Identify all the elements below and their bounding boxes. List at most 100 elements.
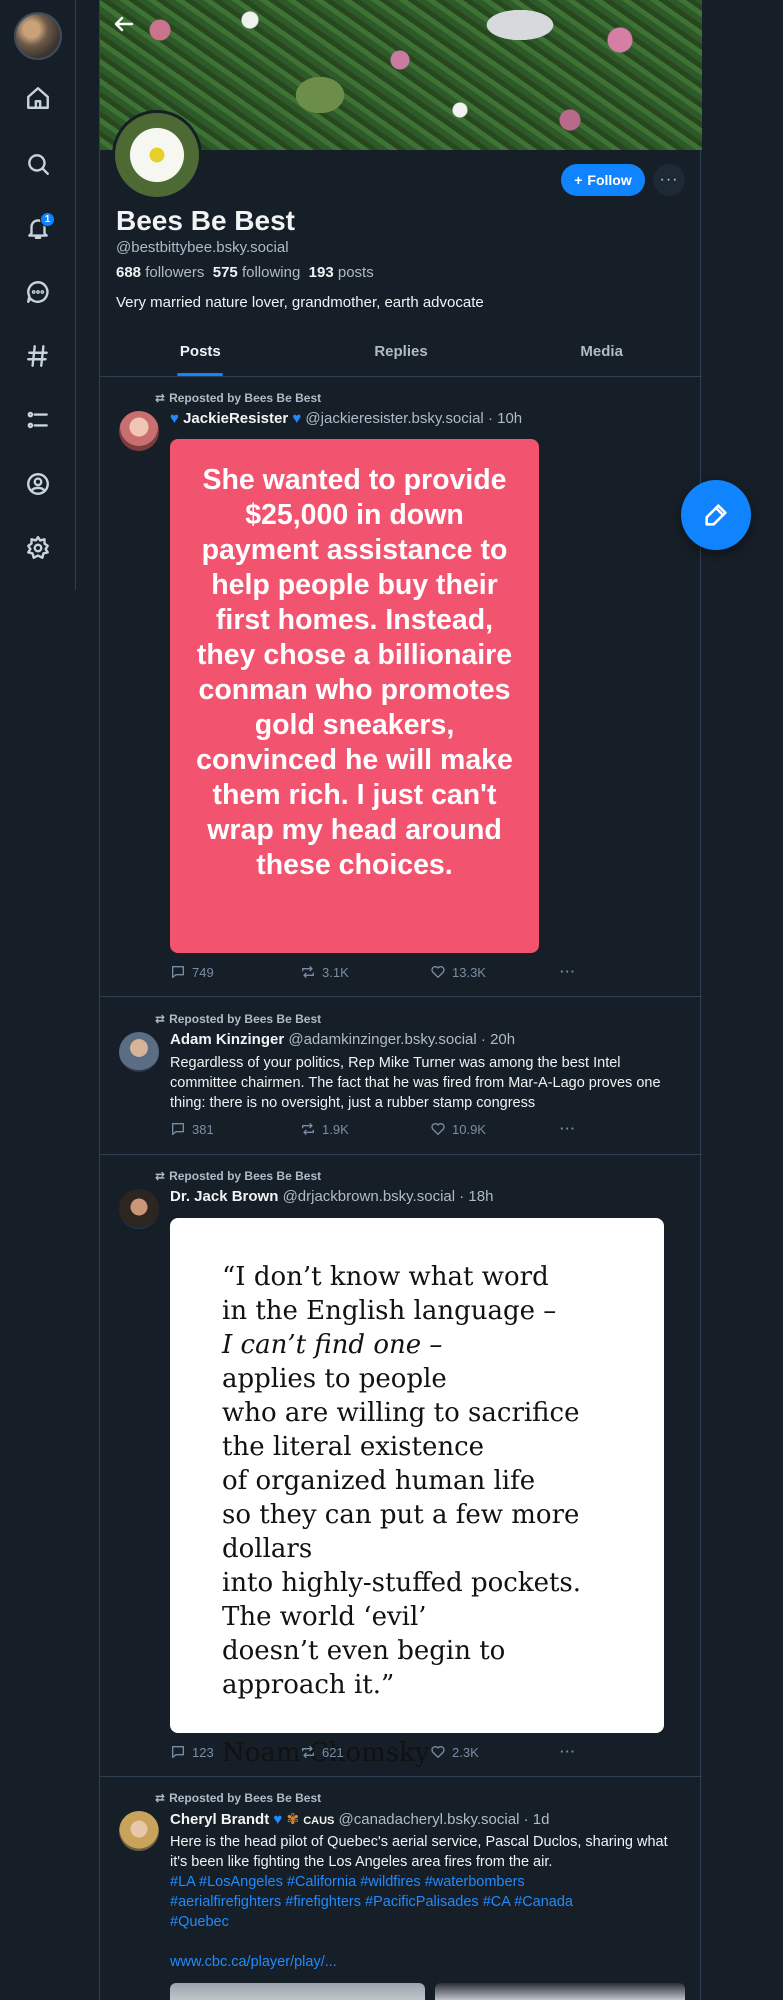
reply-icon <box>172 966 184 978</box>
back-arrow-icon[interactable] <box>112 12 136 36</box>
post-text: Here is the head pilot of Quebec's aeria… <box>170 1832 685 1972</box>
following-count[interactable]: 575 <box>213 264 238 281</box>
profile-stats: 688 followers 575 following 193 posts <box>116 264 374 281</box>
hashtag-links[interactable]: #aerialfirefighters #firefighters #Pacif… <box>170 1892 685 1912</box>
notification-badge: 1 <box>40 212 55 227</box>
reply-icon <box>172 1746 184 1758</box>
repost-count: 621 <box>322 1744 344 1760</box>
left-sidebar: 1 <box>0 0 76 590</box>
quote-line: The world ‘evil’ <box>222 1602 427 1632</box>
like-button[interactable]: 2.3K <box>430 1744 479 1760</box>
repost-label: Reposted by Bees Be Best <box>169 391 322 405</box>
compose-pencil-icon <box>705 504 727 526</box>
reply-count: 749 <box>192 964 214 980</box>
name-suffix: CAUS <box>303 1815 335 1827</box>
repost-button[interactable]: 3.1K <box>300 964 349 980</box>
home-icon[interactable] <box>22 82 54 114</box>
post-time[interactable]: · 10h <box>488 410 522 427</box>
hashtag-links[interactable]: #Quebec <box>170 1912 685 1932</box>
like-button[interactable]: 13.3K <box>430 964 486 980</box>
external-link[interactable]: www.cbc.ca/player/play/... <box>170 1952 685 1972</box>
post-header: Dr. Jack Brown @drjackbrown.bsky.social … <box>170 1188 493 1205</box>
search-icon[interactable] <box>22 148 54 180</box>
user-avatar[interactable] <box>14 12 62 60</box>
tab-posts[interactable]: Posts <box>100 333 301 376</box>
more-options-button[interactable]: ··· <box>653 164 685 196</box>
repost-icon: ⇄ <box>155 1791 166 1805</box>
following-label[interactable]: following <box>242 264 300 281</box>
repost-button[interactable]: 621 <box>300 1744 344 1760</box>
post-author-handle[interactable]: @drjackbrown.bsky.social <box>283 1188 456 1205</box>
repost-icon: ⇄ <box>155 391 166 405</box>
post-more-button[interactable]: ··· <box>560 964 576 979</box>
post-author-avatar[interactable] <box>119 411 159 451</box>
post-author-handle[interactable]: @adamkinzinger.bsky.social <box>288 1031 476 1048</box>
profile-avatar[interactable] <box>112 110 202 200</box>
butterfly-icon: ✾ <box>286 1811 300 1828</box>
profile-main-column: + Follow ··· Bees Be Best @bestbittybee.… <box>99 0 702 2000</box>
feed-post[interactable]: ⇄ Reposted by Bees Be Best ♥ JackieResis… <box>100 377 702 997</box>
tab-media[interactable]: Media <box>501 333 702 376</box>
like-count: 10.9K <box>452 1121 486 1137</box>
post-more-button[interactable]: ··· <box>560 1121 576 1136</box>
feed-post[interactable]: ⇄ Reposted by Bees Be Best Cheryl Brandt… <box>100 1777 702 2000</box>
settings-gear-icon[interactable] <box>22 532 54 564</box>
feed-post[interactable]: ⇄ Reposted by Bees Be Best Adam Kinzinge… <box>100 998 702 1155</box>
quote-line: applies to people <box>222 1364 447 1394</box>
post-media-thumbnail[interactable] <box>170 1983 425 2000</box>
post-author-avatar[interactable] <box>119 1189 159 1229</box>
post-time[interactable]: · 18h <box>459 1188 493 1205</box>
chat-icon[interactable] <box>22 276 54 308</box>
post-more-button[interactable]: ··· <box>560 1744 576 1759</box>
reply-button[interactable]: 749 <box>170 964 214 980</box>
post-author-name[interactable]: JackieResister <box>183 410 288 427</box>
followers-count[interactable]: 688 <box>116 264 141 281</box>
post-header: Cheryl Brandt ♥ ✾ CAUS @canadacheryl.bsk… <box>170 1810 549 1828</box>
like-count: 2.3K <box>452 1744 479 1760</box>
repost-icon <box>302 1123 314 1135</box>
follow-button[interactable]: + Follow <box>561 164 645 196</box>
compose-button[interactable] <box>681 480 751 550</box>
post-author-name[interactable]: Dr. Jack Brown <box>170 1188 278 1205</box>
repost-count: 1.9K <box>322 1121 349 1137</box>
plus-icon: + <box>574 172 583 188</box>
repost-label: Reposted by Bees Be Best <box>169 1169 322 1183</box>
post-image[interactable]: She wanted to provide $25,000 in down pa… <box>170 439 539 953</box>
hashtag-icon[interactable] <box>22 340 54 372</box>
profile-bio: Very married nature lover, grandmother, … <box>116 294 484 311</box>
post-time[interactable]: · 1d <box>524 1811 550 1828</box>
quote-line: the literal existence <box>222 1432 485 1462</box>
post-header: ♥ JackieResister ♥ @jackieresister.bsky.… <box>170 410 522 427</box>
posts-count: 193 <box>308 264 334 281</box>
quote-author: Noam Chomsky <box>222 1738 430 1768</box>
heart-icon <box>431 966 445 978</box>
post-quote-image[interactable]: “I don’t know what word in the English l… <box>170 1218 664 1768</box>
profile-display-name: Bees Be Best <box>116 205 295 236</box>
followers-label[interactable]: followers <box>145 264 204 281</box>
like-button[interactable]: 10.9K <box>430 1121 486 1137</box>
repost-button[interactable]: 1.9K <box>300 1121 349 1137</box>
post-author-handle[interactable]: @canadacheryl.bsky.social <box>339 1811 520 1828</box>
hashtag-links[interactable]: #LA #LosAngeles #California #wildfires #… <box>170 1872 685 1892</box>
post-author-name[interactable]: Cheryl Brandt <box>170 1811 269 1828</box>
quote-line: of organized human life <box>222 1466 536 1496</box>
post-author-handle[interactable]: @jackieresister.bsky.social <box>305 410 483 427</box>
quote-line: who are willing to sacrifice <box>222 1398 580 1428</box>
profile-icon[interactable] <box>22 468 54 500</box>
tab-replies[interactable]: Replies <box>301 333 502 376</box>
repost-icon: ⇄ <box>155 1012 166 1026</box>
blue-heart-icon: ♥ <box>292 410 302 427</box>
lists-icon[interactable] <box>22 404 54 436</box>
post-author-avatar[interactable] <box>119 1811 159 1851</box>
reply-button[interactable]: 123 <box>170 1744 214 1760</box>
reply-button[interactable]: 381 <box>170 1121 214 1137</box>
repost-count: 3.1K <box>322 964 349 980</box>
post-body: Here is the head pilot of Quebec's aeria… <box>170 1834 668 1870</box>
heart-icon <box>431 1123 445 1135</box>
post-media-thumbnail[interactable] <box>435 1983 685 2000</box>
feed-post[interactable]: ⇄ Reposted by Bees Be Best Dr. Jack Brow… <box>100 1155 702 1777</box>
post-author-avatar[interactable] <box>119 1032 159 1072</box>
post-time[interactable]: · 20h <box>481 1031 515 1048</box>
quote-line: doesn’t even begin to approach it.” <box>222 1636 506 1700</box>
post-author-name[interactable]: Adam Kinzinger <box>170 1031 284 1048</box>
